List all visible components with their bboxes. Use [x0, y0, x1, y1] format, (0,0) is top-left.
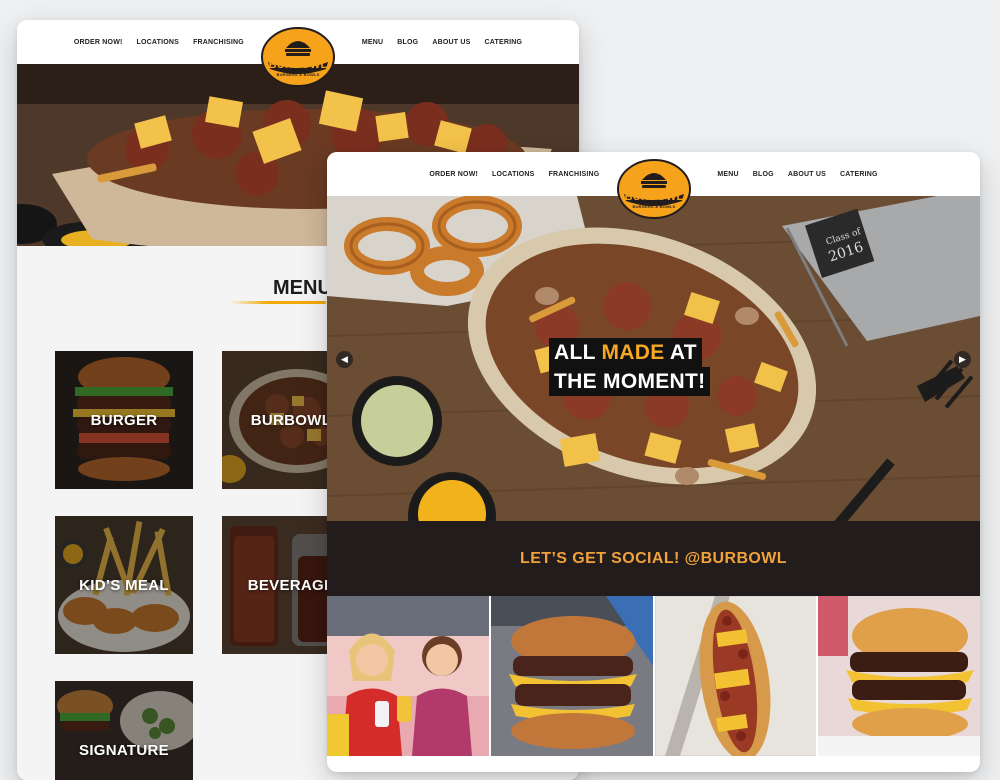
menu-tile-kids-meal[interactable]: KID’S MEAL [55, 516, 193, 654]
carousel-prev-button[interactable]: ◀ [336, 351, 353, 368]
nav-franchising[interactable]: FRANCHISING [549, 171, 600, 178]
svg-text:BURBOWL: BURBOWL [624, 191, 683, 203]
hotdog-photo [654, 596, 817, 756]
nav-locations[interactable]: LOCATIONS [137, 39, 180, 46]
social-section-header: LET’S GET SOCIAL! @BURBOWL [327, 521, 980, 596]
instagram-photo-hotdog[interactable] [654, 596, 817, 756]
nav-blog[interactable]: BLOG [753, 171, 774, 178]
svg-text:BURBOWL: BURBOWL [269, 59, 328, 71]
nav-about-us[interactable]: ABOUT US [432, 39, 470, 46]
nav-blog[interactable]: BLOG [397, 39, 418, 46]
hero-headline-line2: THE MOMENT! [549, 367, 711, 396]
nav-order-now[interactable]: ORDER NOW! [429, 171, 478, 178]
front-browser-window: ORDER NOW! LOCATIONS FRANCHISING MENU BL… [327, 152, 980, 772]
menu-heading-underline [230, 301, 326, 304]
stacked-burger-photo [818, 596, 980, 756]
chevron-right-icon: ▶ [959, 354, 966, 364]
nav-franchising[interactable]: FRANCHISING [193, 39, 244, 46]
main-navigation: ORDER NOW! LOCATIONS FRANCHISING MENU BL… [17, 20, 579, 87]
instagram-photo-burger[interactable] [490, 596, 653, 756]
svg-text:BURGERS & BOWLS: BURGERS & BOWLS [277, 72, 320, 77]
burbowl-logo[interactable]: BURBOWL BURGERS & BOWLS [260, 26, 336, 88]
instagram-photo-friends[interactable] [327, 596, 489, 756]
menu-tile-beverage-label: BEVERAGE [247, 576, 335, 594]
menu-heading: MENU [273, 277, 332, 299]
nav-menu[interactable]: MENU [362, 39, 383, 46]
nav-catering[interactable]: CATERING [484, 39, 522, 46]
chevron-left-icon: ◀ [341, 354, 348, 364]
svg-text:BURGERS & BOWLS: BURGERS & BOWLS [632, 204, 675, 209]
menu-tile-burger[interactable]: BURGER [55, 351, 193, 489]
carousel-next-button[interactable]: ▶ [954, 351, 971, 368]
hero-carousel: Class of 2016 ◀ ▶ ALL MADE AT THE MOMENT… [327, 196, 980, 521]
hero-headline: ALL MADE AT THE MOMENT! [549, 338, 711, 396]
social-heading[interactable]: LET’S GET SOCIAL! @BURBOWL [520, 550, 787, 568]
nav-locations[interactable]: LOCATIONS [492, 171, 535, 178]
burbowl-logo[interactable]: BURBOWL BURGERS & BOWLS [616, 158, 692, 220]
hero-headline-highlight: MADE [601, 341, 665, 364]
friends-photo [327, 596, 489, 756]
menu-tile-signature-label: SIGNATURE [79, 741, 169, 759]
burger-photo [490, 596, 653, 756]
menu-tile-kids-meal-label: KID’S MEAL [79, 576, 169, 594]
hero-headline-line1: ALL MADE AT [549, 338, 702, 367]
nav-order-now[interactable]: ORDER NOW! [74, 39, 123, 46]
menu-tile-burbowl-label: BURBOWL [250, 411, 332, 429]
instagram-photo-stacked-burger[interactable] [818, 596, 980, 756]
nav-catering[interactable]: CATERING [840, 171, 878, 178]
nav-about-us[interactable]: ABOUT US [788, 171, 826, 178]
main-navigation: ORDER NOW! LOCATIONS FRANCHISING MENU BL… [327, 152, 980, 219]
nav-menu[interactable]: MENU [717, 171, 738, 178]
menu-tile-burger-label: BURGER [90, 411, 158, 429]
instagram-grid [327, 596, 980, 756]
menu-tile-signature[interactable]: SIGNATURE [55, 681, 193, 780]
